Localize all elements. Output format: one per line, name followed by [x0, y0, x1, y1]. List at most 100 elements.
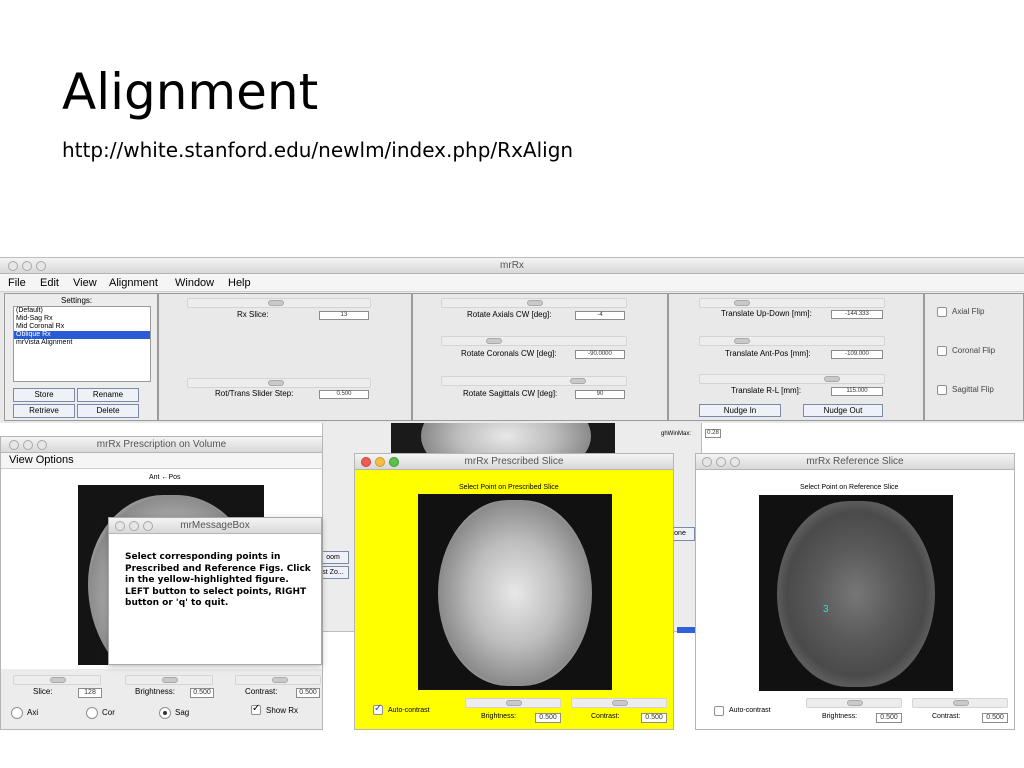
- settings-item-selected[interactable]: Oblique Rx: [14, 331, 150, 339]
- volume-contrast-field[interactable]: 0.500: [296, 688, 320, 698]
- translate-antpos-slider[interactable]: [699, 336, 885, 346]
- axial-flip-checkbox[interactable]: [937, 307, 947, 317]
- delete-button[interactable]: Delete: [77, 404, 139, 418]
- nudge-in-button[interactable]: Nudge In: [699, 404, 781, 417]
- close-icon[interactable]: [9, 440, 19, 450]
- mrrx-window: mrRx File Edit View Alignment Window Hel…: [0, 257, 1024, 423]
- menu-edit[interactable]: Edit: [40, 274, 59, 292]
- settings-item[interactable]: mrVista Alignment: [14, 339, 150, 347]
- close-icon[interactable]: [702, 457, 712, 467]
- minimize-icon[interactable]: [375, 457, 385, 467]
- reference-slice-image[interactable]: 3: [759, 495, 953, 691]
- reference-brightness-field[interactable]: 0.500: [876, 713, 902, 723]
- slice-label: Slice:: [33, 687, 53, 696]
- menu-bar: File Edit View Alignment Window Help: [0, 274, 1024, 292]
- translate-rl-slider[interactable]: [699, 374, 885, 384]
- reference-contrast-label: Contrast:: [932, 713, 961, 720]
- rotate-sagittal-label: Rotate Sagittals CW [deg]:: [463, 389, 558, 398]
- rx-slice-slider[interactable]: [187, 298, 371, 308]
- reference-contrast-slider[interactable]: [912, 698, 1008, 708]
- close-icon[interactable]: [115, 521, 125, 531]
- step-field[interactable]: 0.500: [319, 390, 369, 399]
- axi-radio-label: Axi: [27, 708, 39, 717]
- menu-file[interactable]: File: [8, 274, 26, 292]
- settings-item[interactable]: (Default): [14, 307, 150, 315]
- zoom-icon[interactable]: [143, 521, 153, 531]
- rotate-coronal-slider[interactable]: [441, 336, 627, 346]
- radio-selected-dot: [163, 711, 167, 715]
- close-icon[interactable]: [8, 261, 18, 271]
- translate-antpos-label: Translate Ant-Pos [mm]:: [725, 349, 811, 358]
- reference-brightness-slider[interactable]: [806, 698, 902, 708]
- volume-brightness-slider[interactable]: [125, 675, 213, 685]
- volume-brightness-field[interactable]: 0.500: [190, 688, 214, 698]
- prescribed-auto-contrast-checkbox[interactable]: ✓: [373, 703, 383, 715]
- rotate-axial-field[interactable]: -4: [575, 311, 625, 320]
- rx-slice-field[interactable]: 13: [319, 311, 369, 320]
- store-button[interactable]: Store: [13, 388, 75, 402]
- slide-url: http://white.stanford.edu/newlm/index.ph…: [62, 138, 574, 162]
- reference-caption: Select Point on Reference Slice: [800, 484, 899, 491]
- zoom-icon[interactable]: [36, 261, 46, 271]
- retrieve-button[interactable]: Retrieve: [13, 404, 75, 418]
- rename-button[interactable]: Rename: [77, 388, 139, 402]
- zoom-icon[interactable]: [730, 457, 740, 467]
- sagittal-flip-checkbox[interactable]: [937, 385, 947, 395]
- sag-radio[interactable]: [159, 707, 171, 719]
- zoom-icon[interactable]: [389, 457, 399, 467]
- minimize-icon[interactable]: [23, 440, 33, 450]
- translate-updown-field[interactable]: -144.333: [831, 310, 883, 319]
- rotate-axial-slider[interactable]: [441, 298, 627, 308]
- prescribed-contrast-field[interactable]: 0.500: [641, 713, 667, 723]
- translate-antpos-field[interactable]: -109.000: [831, 350, 883, 359]
- zoom-icon[interactable]: [37, 440, 47, 450]
- settings-item[interactable]: Mid-Sag Rx: [14, 315, 150, 323]
- settings-list[interactable]: (Default) Mid-Sag Rx Mid Coronal Rx Obli…: [13, 306, 151, 382]
- view-options-menu[interactable]: View Options: [9, 454, 74, 466]
- message-text: Select corresponding points in Prescribe…: [125, 552, 311, 608]
- show-rx-checkbox[interactable]: ✓: [251, 703, 261, 715]
- prescribed-brightness-slider[interactable]: [465, 698, 561, 708]
- settings-item[interactable]: Mid Coronal Rx: [14, 323, 150, 331]
- menu-alignment[interactable]: Alignment: [109, 274, 158, 292]
- rotate-coronal-field[interactable]: -90.0000: [575, 350, 625, 359]
- reference-contrast-field[interactable]: 0.500: [982, 713, 1008, 723]
- volume-contrast-slider[interactable]: [235, 675, 321, 685]
- minimize-icon[interactable]: [22, 261, 32, 271]
- step-slider[interactable]: [187, 378, 371, 388]
- slice-panel: Rx Slice: 13 Rot/Trans Slider Step: 0.50…: [158, 293, 412, 421]
- menu-view[interactable]: View: [73, 274, 97, 292]
- prescribed-slice-image[interactable]: [418, 494, 612, 690]
- background-field: 0.28: [705, 429, 721, 438]
- reference-point-marker: 3: [823, 604, 829, 615]
- translate-updown-slider[interactable]: [699, 298, 885, 308]
- rotate-sagittal-field[interactable]: 90: [575, 390, 625, 399]
- minimize-icon[interactable]: [129, 521, 139, 531]
- prescribed-slice-window: mrRx Prescribed Slice Select Point on Pr…: [354, 453, 674, 730]
- prescribed-brightness-field[interactable]: 0.500: [535, 713, 561, 723]
- menu-window[interactable]: Window: [175, 274, 214, 292]
- slide-title: Alignment: [62, 63, 319, 121]
- prescribed-contrast-slider[interactable]: [571, 698, 667, 708]
- prescribed-contrast-label: Contrast:: [591, 713, 620, 720]
- close-icon[interactable]: [361, 457, 371, 467]
- reference-brightness-label: Brightness:: [822, 713, 858, 720]
- prescribed-title: mrRx Prescribed Slice: [464, 456, 564, 467]
- coronal-flip-checkbox[interactable]: [937, 346, 947, 356]
- reference-auto-contrast-checkbox[interactable]: [714, 706, 724, 716]
- mrrx-title: mrRx: [500, 260, 524, 271]
- slice-slider[interactable]: [13, 675, 101, 685]
- settings-label: Settings:: [61, 296, 93, 305]
- background-brain-image: [391, 421, 615, 457]
- rotate-sagittal-slider[interactable]: [441, 376, 627, 386]
- translate-rl-field[interactable]: 115.000: [831, 387, 883, 396]
- checkmark-icon: ✓: [252, 703, 261, 714]
- message-box-title: mrMessageBox: [180, 520, 250, 531]
- menu-help[interactable]: Help: [228, 274, 251, 292]
- minimize-icon[interactable]: [716, 457, 726, 467]
- nudge-out-button[interactable]: Nudge Out: [803, 404, 883, 417]
- cor-radio[interactable]: [86, 707, 98, 719]
- axi-radio[interactable]: [11, 707, 23, 719]
- prescription-titlebar: mrRx Prescription on Volume: [1, 437, 322, 453]
- slice-field[interactable]: 128: [78, 688, 102, 698]
